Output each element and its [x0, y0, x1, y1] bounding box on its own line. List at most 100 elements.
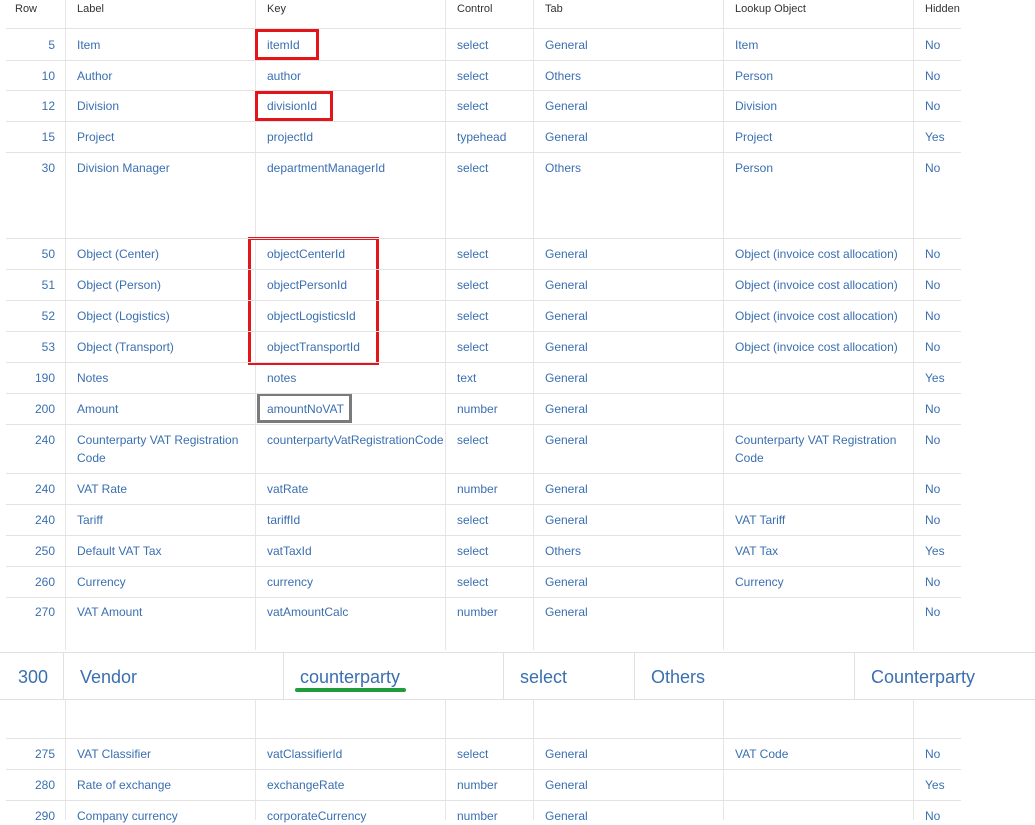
cell-label[interactable]: Division Manager: [77, 159, 247, 177]
cell-hidden: No: [925, 605, 941, 619]
cell-key[interactable]: exchangeRate: [267, 776, 344, 794]
zoomed-row-key[interactable]: counterparty: [300, 666, 400, 688]
cell-label[interactable]: Item: [77, 36, 247, 54]
cell-hidden: No: [925, 69, 941, 83]
row-divider: [6, 769, 961, 770]
cell-key[interactable]: itemId: [267, 36, 300, 54]
row-number: 240: [34, 513, 55, 527]
cell-key[interactable]: vatTaxId: [267, 542, 312, 560]
header-control[interactable]: Control: [457, 3, 492, 15]
row-divider: [6, 800, 961, 801]
row-divider: [6, 238, 961, 239]
cell-tab: Others: [545, 69, 582, 83]
column-divider: [283, 653, 284, 699]
zoomed-row-lookup[interactable]: Counterparty: [871, 666, 975, 688]
cell-key[interactable]: objectPersonId: [267, 276, 347, 294]
cell-lookup[interactable]: Object (invoice cost allocation): [735, 307, 905, 325]
cell-key[interactable]: author: [267, 67, 301, 85]
cell-key[interactable]: objectLogisticsId: [267, 307, 356, 325]
cell-control: select: [457, 278, 489, 292]
cell-key[interactable]: vatAmountCalc: [267, 603, 348, 621]
header-lookup-object[interactable]: Lookup Object: [735, 3, 806, 15]
cell-hidden: No: [925, 161, 941, 175]
cell-key[interactable]: divisionId: [267, 97, 317, 115]
cell-label[interactable]: Author: [77, 67, 247, 85]
zoomed-row-vendor[interactable]: 300 Vendor counterparty select Others Co…: [0, 652, 1035, 700]
cell-lookup[interactable]: Object (invoice cost allocation): [735, 276, 905, 294]
cell-label[interactable]: Object (Transport): [77, 338, 247, 356]
cell-lookup[interactable]: Item: [735, 36, 905, 54]
cell-label[interactable]: Project: [77, 128, 247, 146]
header-hidden[interactable]: Hidden: [925, 3, 960, 15]
column-divider: [913, 0, 914, 650]
cell-lookup[interactable]: Currency: [735, 573, 905, 591]
cell-control: select: [457, 433, 489, 447]
cell-lookup[interactable]: Division: [735, 97, 905, 115]
cell-label[interactable]: Object (Center): [77, 245, 247, 263]
column-divider: [503, 653, 504, 699]
cell-hidden: No: [925, 402, 941, 416]
cell-label[interactable]: VAT Classifier: [77, 745, 247, 763]
cell-key[interactable]: projectId: [267, 128, 313, 146]
cell-control: number: [457, 809, 498, 823]
cell-label[interactable]: Rate of exchange: [77, 776, 247, 794]
cell-key[interactable]: corporateCurrency: [267, 807, 366, 825]
cell-key[interactable]: tariffId: [267, 511, 300, 529]
row-number: 250: [34, 544, 55, 558]
row-number: 30: [41, 161, 55, 175]
cell-control: select: [457, 69, 489, 83]
cell-lookup[interactable]: Person: [735, 159, 905, 177]
cell-hidden: No: [925, 575, 941, 589]
cell-key[interactable]: objectTransportId: [267, 338, 360, 356]
row-divider: [6, 597, 961, 598]
cell-label[interactable]: Object (Logistics): [77, 307, 247, 325]
cell-key[interactable]: vatRate: [267, 480, 308, 498]
cell-label[interactable]: VAT Rate: [77, 480, 247, 498]
cell-lookup[interactable]: VAT Tariff: [735, 511, 905, 529]
cell-label[interactable]: Amount: [77, 400, 247, 418]
cell-lookup[interactable]: VAT Tax: [735, 542, 905, 560]
cell-tab: General: [545, 482, 588, 496]
cell-key[interactable]: vatClassifierId: [267, 745, 342, 763]
cell-tab: General: [545, 575, 588, 589]
cell-label[interactable]: Counterparty VAT Registration Code: [77, 431, 247, 467]
cell-tab: General: [545, 371, 588, 385]
zoomed-row-label[interactable]: Vendor: [80, 666, 137, 688]
cell-key[interactable]: currency: [267, 573, 313, 591]
cell-lookup[interactable]: Project: [735, 128, 905, 146]
cell-tab: Others: [545, 544, 582, 558]
cell-key[interactable]: departmentManagerId: [267, 159, 385, 177]
cell-label[interactable]: Currency: [77, 573, 247, 591]
cell-label[interactable]: Object (Person): [77, 276, 247, 294]
cell-label[interactable]: Notes: [77, 369, 247, 387]
cell-label[interactable]: Company currency: [77, 807, 247, 825]
cell-control: number: [457, 778, 498, 792]
cell-key[interactable]: notes: [267, 369, 296, 387]
cell-lookup[interactable]: Counterparty VAT Registration Code: [735, 431, 905, 467]
header-row[interactable]: Row: [15, 3, 37, 15]
highlight-underline-counterparty: [295, 688, 406, 692]
cell-control: select: [457, 513, 489, 527]
cell-key[interactable]: objectCenterId: [267, 245, 345, 263]
cell-hidden: No: [925, 38, 941, 52]
cell-lookup[interactable]: VAT Code: [735, 745, 905, 763]
row-divider: [6, 152, 961, 153]
cell-control: select: [457, 544, 489, 558]
cell-tab: Others: [545, 161, 582, 175]
cell-label[interactable]: Tariff: [77, 511, 247, 529]
column-divider: [913, 700, 914, 820]
cell-label[interactable]: VAT Amount: [77, 603, 247, 621]
header-tab[interactable]: Tab: [545, 3, 563, 15]
cell-control: select: [457, 747, 489, 761]
cell-lookup[interactable]: Object (invoice cost allocation): [735, 245, 905, 263]
row-divider: [6, 60, 961, 61]
cell-label[interactable]: Division: [77, 97, 247, 115]
cell-label[interactable]: Default VAT Tax: [77, 542, 247, 560]
cell-key[interactable]: amountNoVAT: [267, 400, 344, 418]
cell-lookup[interactable]: Object (invoice cost allocation): [735, 338, 905, 356]
header-label[interactable]: Label: [77, 3, 104, 15]
header-key[interactable]: Key: [267, 3, 286, 15]
cell-key[interactable]: counterpartyVatRegistrationCode: [267, 431, 444, 449]
cell-lookup[interactable]: Person: [735, 67, 905, 85]
header-divider: [6, 28, 961, 29]
